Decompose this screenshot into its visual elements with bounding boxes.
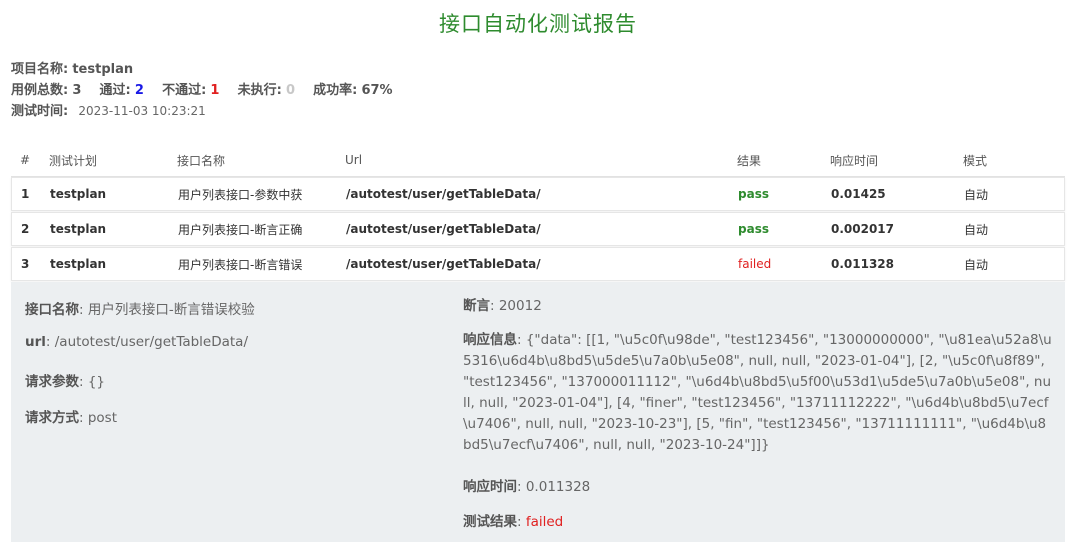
test-time: 2023-11-03 10:23:21 [78, 104, 206, 118]
row-result: failed [738, 257, 772, 271]
fail-count: 1 [210, 83, 220, 98]
row-idx: 1 [21, 187, 30, 201]
row-mode: 自动 [964, 187, 989, 202]
time-label: 测试时间: [11, 104, 69, 119]
fail-label: 不通过: [162, 83, 207, 98]
row-time: 0.01425 [831, 187, 886, 201]
table-row[interactable]: 3 testplan 用户列表接口-断言错误 /autotest/user/ge… [11, 247, 1065, 281]
detail-result: 测试结果: failed [463, 514, 564, 530]
row-api: 用户列表接口-断言错误 [178, 257, 303, 272]
total-count: 3 [72, 83, 82, 98]
success-rate: 67% [361, 83, 393, 98]
row-api: 用户列表接口-断言正确 [178, 222, 303, 237]
detail-params-label: 请求参数 [25, 374, 79, 390]
table-header: # 测试计划 接口名称 Url 结果 响应时间 模式 [11, 144, 1065, 177]
table-row[interactable]: 2 testplan 用户列表接口-断言正确 /autotest/user/ge… [11, 212, 1065, 246]
total-label: 用例总数: [11, 83, 69, 98]
detail-resp-time-value: 0.011328 [525, 479, 591, 495]
report-title: 接口自动化测试报告 [439, 12, 637, 36]
rate-label: 成功率: [313, 83, 358, 98]
detail-url-label: url [25, 334, 46, 350]
detail-method: 请求方式: post [25, 410, 117, 426]
detail-assert-label: 断言 [463, 298, 490, 314]
detail-response-label: 响应信息 [463, 332, 517, 348]
detail-result-label: 测试结果 [463, 514, 517, 530]
detail-assert: 断言: 20012 [463, 298, 542, 314]
header-plan: 测试计划 [49, 153, 98, 168]
skip-label: 未执行: [237, 83, 282, 98]
row-result: pass [738, 222, 769, 236]
detail-url-value: /autotest/user/getTableData/ [54, 334, 249, 350]
detail-method-value: post [87, 410, 117, 426]
row-mode: 自动 [964, 257, 989, 272]
project-row: 项目名称: testplan [11, 59, 393, 80]
detail-url: url: /autotest/user/getTableData/ [25, 334, 249, 350]
project-label: 项目名称: [11, 62, 69, 77]
project-value: testplan [72, 62, 134, 77]
detail-api: 接口名称: 用户列表接口-断言错误校验 [25, 302, 255, 318]
row-url: /autotest/user/getTableData/ [346, 187, 541, 201]
detail-params: 请求参数: {} [25, 374, 106, 390]
row-time: 0.002017 [831, 222, 895, 236]
detail-resp-time-label: 响应时间 [463, 479, 517, 495]
row-mode: 自动 [964, 222, 989, 237]
detail-api-label: 接口名称 [25, 302, 79, 318]
row-url: /autotest/user/getTableData/ [346, 257, 541, 271]
row-time: 0.011328 [831, 257, 895, 271]
pass-count: 2 [134, 83, 144, 98]
row-idx: 2 [21, 222, 30, 236]
row-plan: testplan [50, 222, 107, 236]
detail-result-value: failed [525, 514, 564, 530]
stats-row: 用例总数: 3 通过: 2 不通过: 1 未执行: 0 成功率: 67% [11, 80, 393, 101]
header-mode: 模式 [963, 153, 988, 168]
detail-assert-value: 20012 [498, 298, 542, 314]
table-row[interactable]: 1 testplan 用户列表接口-参数中获 /autotest/user/ge… [11, 177, 1065, 211]
row-plan: testplan [50, 257, 107, 271]
header-url: Url [345, 153, 363, 167]
row-plan: testplan [50, 187, 107, 201]
detail-method-label: 请求方式 [25, 410, 79, 426]
time-row: 测试时间: 2023-11-03 10:23:21 [11, 101, 393, 122]
detail-resp-time: 响应时间: 0.011328 [463, 479, 591, 495]
row-idx: 3 [21, 257, 30, 271]
pass-label: 通过: [99, 83, 131, 98]
detail-params-value: {} [87, 374, 106, 390]
results-table: # 测试计划 接口名称 Url 结果 响应时间 模式 1 testplan 用户… [11, 144, 1065, 282]
row-url: /autotest/user/getTableData/ [346, 222, 541, 236]
header-api: 接口名称 [177, 153, 226, 168]
header-time: 响应时间 [830, 153, 879, 168]
header-result: 结果 [737, 153, 762, 168]
detail-response-value: {"data": [[1, "\u5c0f\u98de", "test12345… [463, 332, 1052, 453]
detail-response: 响应信息: {"data": [[1, "\u5c0f\u98de", "tes… [463, 332, 1052, 453]
row-api: 用户列表接口-参数中获 [178, 187, 303, 202]
detail-panel: 接口名称: 用户列表接口-断言错误校验 url: /autotest/user/… [11, 282, 1065, 542]
detail-api-value: 用户列表接口-断言错误校验 [87, 302, 255, 318]
summary-panel: 项目名称: testplan 用例总数: 3 通过: 2 不通过: 1 未执行:… [11, 59, 393, 122]
skip-count: 0 [285, 83, 295, 98]
row-result: pass [738, 187, 769, 201]
header-idx: # [20, 153, 31, 167]
